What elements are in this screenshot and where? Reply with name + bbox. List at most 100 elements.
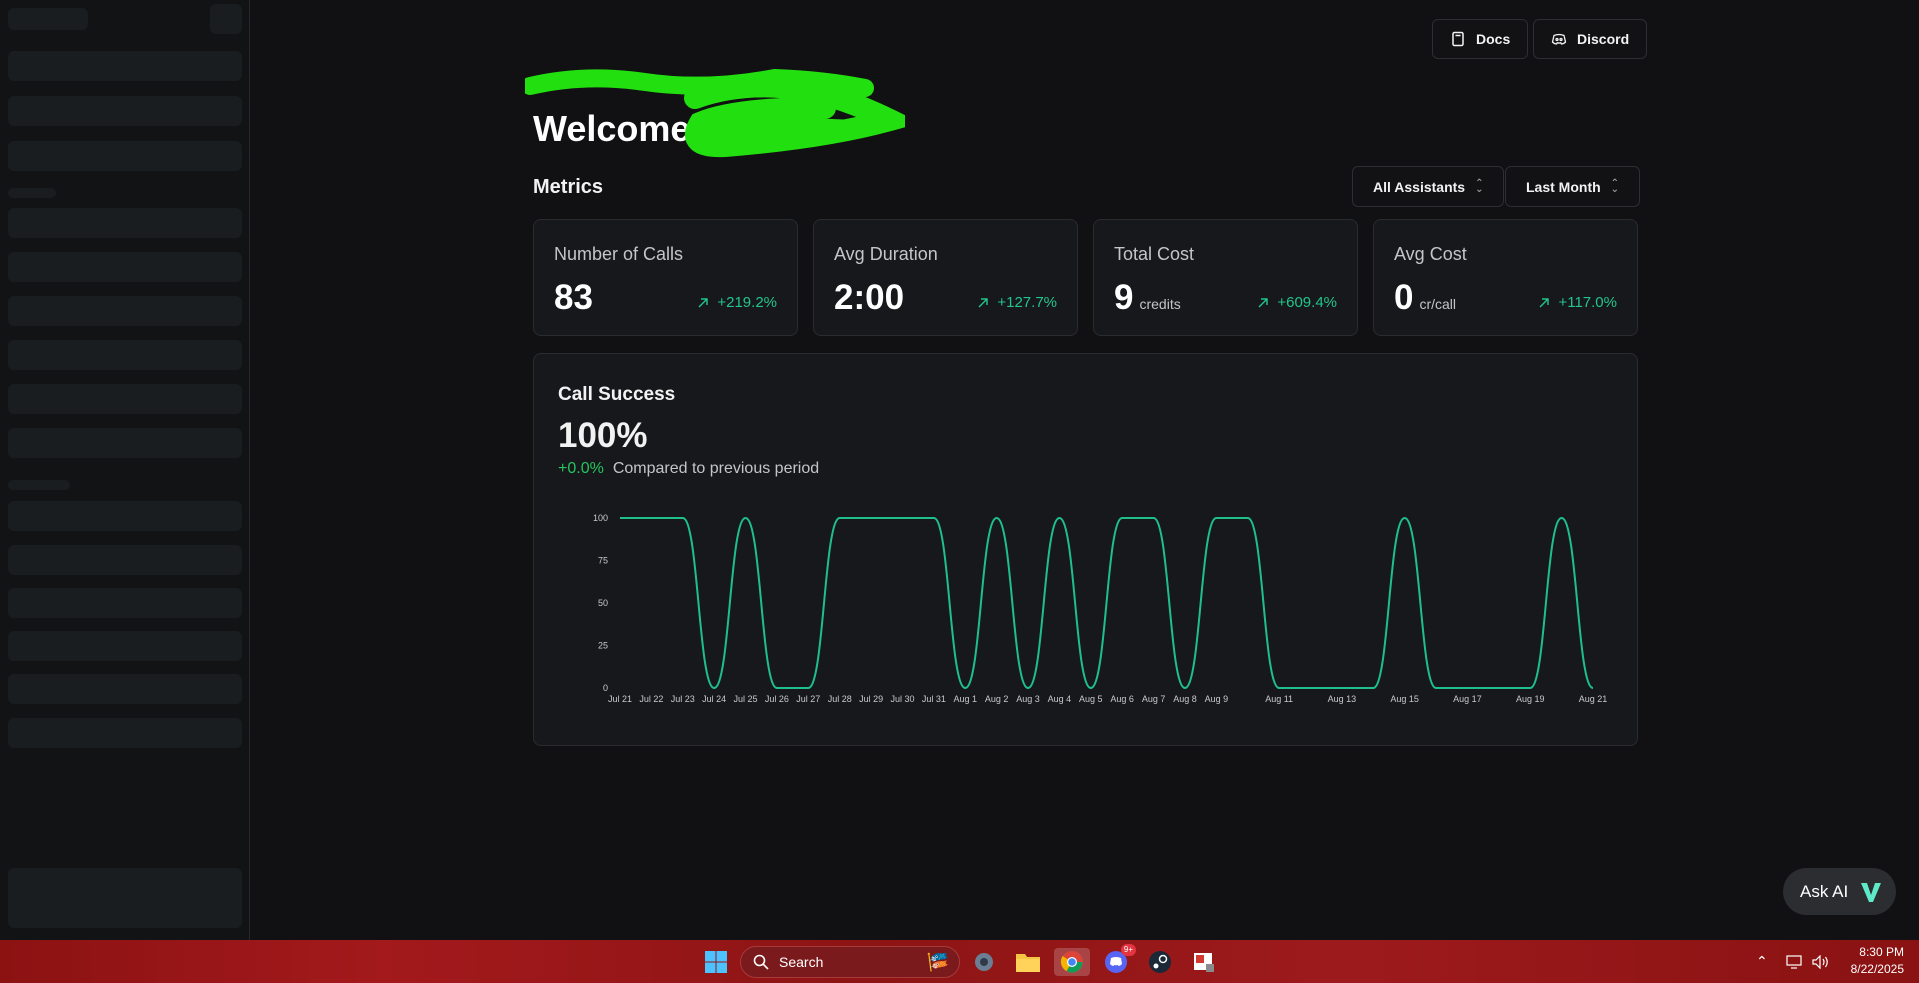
chevron-up-down-icon: ⌃ ⌄ [1610, 177, 1620, 195]
data-point-jul-28[interactable] [836, 514, 844, 522]
sidebar-section-skeleton [8, 480, 70, 490]
metric-label: Total Cost [1114, 244, 1195, 264]
data-point-jul-30[interactable] [898, 514, 906, 522]
data-point-aug-12[interactable] [1307, 684, 1315, 692]
clock-date: 8/22/2025 [1850, 962, 1904, 976]
data-point-jul-21[interactable] [616, 514, 624, 522]
chrome-icon[interactable] [1054, 948, 1090, 976]
docs-button[interactable]: Docs [1432, 19, 1529, 59]
data-point-aug-13[interactable] [1338, 684, 1346, 692]
app-icon[interactable] [1190, 948, 1218, 976]
search-icon [753, 954, 769, 970]
data-point-aug-3[interactable] [1024, 684, 1032, 692]
sidebar-item-skeleton[interactable] [8, 674, 242, 704]
sidebar-item-skeleton[interactable] [8, 588, 242, 618]
sidebar [0, 0, 250, 940]
sidebar-item-skeleton[interactable] [8, 631, 242, 661]
sidebar-item-skeleton[interactable] [8, 51, 242, 81]
file-explorer-icon[interactable] [1014, 948, 1042, 976]
data-point-jul-31[interactable] [930, 514, 938, 522]
data-point-jul-27[interactable] [804, 684, 812, 692]
data-point-aug-9[interactable] [1212, 514, 1220, 522]
metric-delta: +609.4% [1257, 294, 1337, 311]
data-point-aug-7[interactable] [1150, 514, 1158, 522]
search-placeholder: Search [779, 954, 824, 970]
data-point-aug-14[interactable] [1369, 684, 1377, 692]
data-point-aug-11[interactable] [1275, 684, 1283, 692]
sidebar-item-skeleton[interactable] [8, 428, 242, 458]
data-point-jul-26[interactable] [773, 684, 781, 692]
metric-label: Avg Cost [1394, 244, 1467, 264]
windows-taskbar: Search 🎏 9+ ⌃ 8:30 PM 8/22/2025 [0, 940, 1919, 983]
call-success-card: Call Success 100% +0.0% Compared to prev… [533, 353, 1638, 746]
sidebar-item-skeleton[interactable] [8, 296, 242, 326]
clock-time: 8:30 PM [1859, 945, 1904, 959]
data-point-aug-19[interactable] [1526, 684, 1534, 692]
sidebar-item-skeleton[interactable] [8, 718, 242, 748]
assistant-filter-dropdown[interactable]: All Assistants ⌃ ⌄ [1352, 166, 1505, 207]
data-point-aug-8[interactable] [1181, 684, 1189, 692]
sidebar-item-skeleton[interactable] [8, 545, 242, 575]
data-point-jul-29[interactable] [867, 514, 875, 522]
data-point-aug-21[interactable] [1589, 684, 1597, 692]
data-point-aug-16[interactable] [1432, 684, 1440, 692]
arrow-up-right-icon [978, 297, 989, 307]
ask-ai-label: Ask AI [1800, 881, 1849, 901]
x-tick-label: Aug 17 [1453, 694, 1482, 704]
sidebar-item-skeleton[interactable] [8, 96, 242, 126]
sidebar-item-skeleton[interactable] [8, 208, 242, 238]
data-point-aug-4[interactable] [1055, 514, 1063, 522]
metric-value: 9 credits [1114, 278, 1181, 317]
metric-delta: +117.0% [1538, 294, 1617, 311]
sidebar-item-skeleton[interactable] [8, 384, 242, 414]
data-point-aug-20[interactable] [1558, 514, 1566, 522]
sidebar-item-skeleton[interactable] [8, 340, 242, 370]
x-tick-label: Aug 9 [1205, 694, 1229, 704]
taskbar-search[interactable]: Search 🎏 [740, 946, 960, 978]
data-point-aug-15[interactable] [1401, 514, 1409, 522]
y-tick-label: 100 [593, 513, 608, 523]
metric-card-total-cost: Total Cost 9 credits +609.4% [1093, 219, 1358, 336]
steam-icon[interactable] [1146, 948, 1174, 976]
data-point-aug-10[interactable] [1244, 514, 1252, 522]
data-point-aug-17[interactable] [1463, 684, 1471, 692]
metric-card-calls: Number of Calls 83 +219.2% [533, 219, 798, 336]
taskbar-clock[interactable]: 8:30 PM 8/22/2025 [1840, 944, 1904, 978]
sidebar-item-skeleton[interactable] [8, 252, 242, 282]
sidebar-item-skeleton[interactable] [8, 141, 242, 171]
x-tick-label: Aug 19 [1516, 694, 1545, 704]
data-point-jul-23[interactable] [679, 514, 687, 522]
ask-ai-button[interactable]: Ask AI [1783, 868, 1896, 915]
data-point-jul-24[interactable] [710, 684, 718, 692]
discord-button[interactable]: Discord [1533, 19, 1648, 59]
metrics-title: Metrics [533, 176, 604, 198]
sidebar-footer-skeleton[interactable] [8, 868, 242, 928]
call-success-chart: 0 25 50 75 100 Jul 21 Jul 22 Jul 23 Jul 24 Jul 25… [593, 513, 1608, 704]
settings-app-icon[interactable] [970, 948, 998, 976]
network-icon[interactable] [1786, 940, 1802, 983]
tray-chevron-up-icon[interactable]: ⌃ [1756, 940, 1768, 983]
x-tick-label: Jul 27 [796, 694, 820, 704]
sidebar-toggle-skeleton[interactable] [210, 4, 242, 34]
period-filter-dropdown[interactable]: Last Month ⌃ ⌄ [1505, 166, 1641, 207]
x-tick-label: Jul 30 [890, 694, 914, 704]
data-point-aug-5[interactable] [1087, 684, 1095, 692]
data-point-jul-22[interactable] [647, 514, 655, 522]
data-point-aug-2[interactable] [993, 514, 1001, 522]
y-tick-label: 0 [603, 683, 608, 693]
search-highlight-icon: 🎏 [926, 951, 949, 972]
discord-app-icon[interactable]: 9+ [1102, 944, 1136, 976]
volume-icon[interactable] [1812, 940, 1830, 983]
data-point-aug-1[interactable] [961, 684, 969, 692]
x-tick-label: Aug 21 [1579, 694, 1608, 704]
metric-label: Number of Calls [554, 244, 684, 264]
chevron-up-down-icon: ⌃ ⌄ [1475, 177, 1484, 195]
data-point-aug-6[interactable] [1118, 514, 1126, 522]
data-point-jul-25[interactable] [742, 514, 750, 522]
sidebar-section-skeleton [8, 188, 56, 198]
data-point-aug-18[interactable] [1495, 684, 1503, 692]
x-tick-label: Jul 21 [608, 694, 632, 704]
windows-start-icon[interactable] [702, 948, 730, 976]
x-tick-label: Aug 7 [1142, 694, 1166, 704]
sidebar-item-skeleton[interactable] [8, 501, 242, 531]
